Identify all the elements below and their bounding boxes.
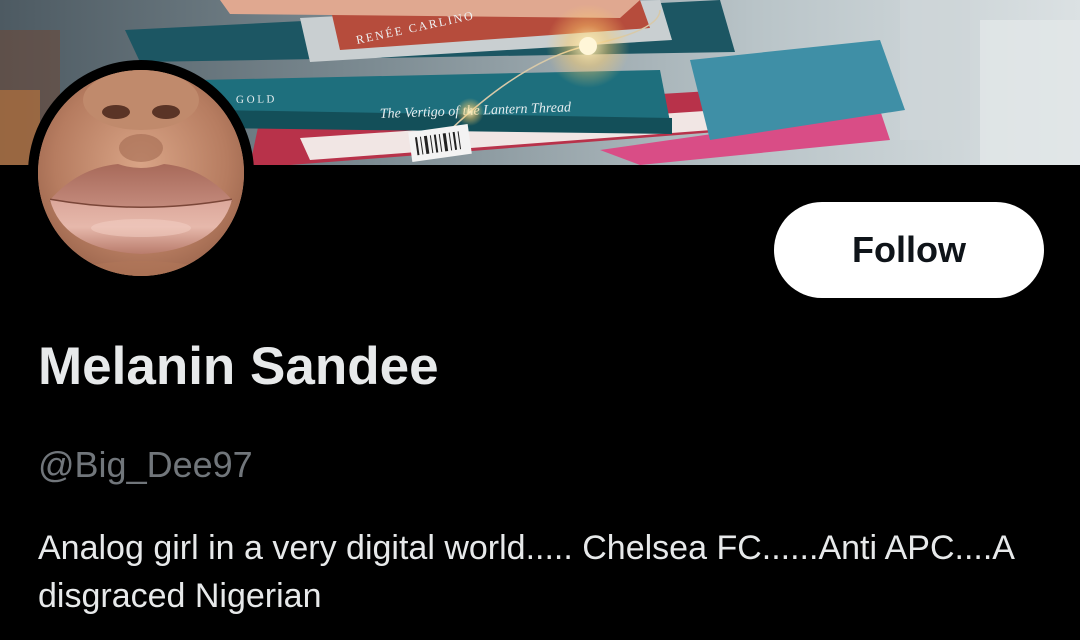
follow-button[interactable]: Follow [774, 202, 1044, 298]
display-name: Melanin Sandee [38, 337, 439, 396]
lips-photo-icon [38, 70, 244, 276]
svg-text:G O L D: G O L D [236, 93, 275, 106]
avatar[interactable] [28, 60, 254, 286]
user-handle: @Big_Dee97 [38, 444, 253, 485]
profile-page: The Vertigo of the Lantern Thread G O L … [0, 0, 1080, 640]
profile-bio: Analog girl in a very digital world.....… [38, 529, 1014, 615]
